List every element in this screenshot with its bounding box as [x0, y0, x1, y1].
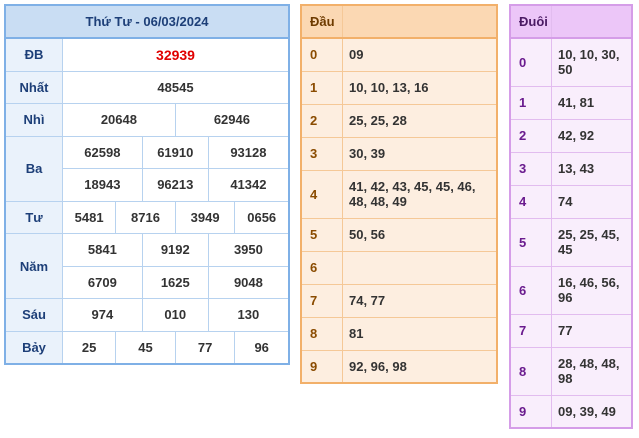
duoi-key: 6	[509, 265, 552, 315]
prize-label-sau: Sáu	[4, 298, 63, 332]
duoi-table: Đuôi 0 10, 10, 30, 50 1 41, 81 2 42, 92 3 13…	[509, 4, 633, 429]
prize-tu-value: 3949	[174, 200, 236, 234]
prize-tu-value: 0656	[234, 200, 290, 234]
prize-sau-value: 974	[62, 298, 143, 332]
prize-label-nhi: Nhì	[4, 103, 63, 137]
dau-value: 30, 39	[342, 136, 498, 171]
dau-key: 5	[300, 217, 343, 252]
duoi-key: 9	[509, 394, 552, 429]
dau-table: Đầu 0 09 1 10, 10, 13, 16 2 25, 25, 28 3 30,…	[300, 4, 498, 384]
dau-key: 7	[300, 283, 343, 318]
prize-label-tu: Tư	[4, 200, 63, 234]
prize-ba-value: 41342	[207, 168, 290, 202]
dau-key: 2	[300, 103, 343, 138]
duoi-key: 3	[509, 151, 552, 186]
prize-bay-value: 77	[174, 330, 236, 365]
duoi-value: 41, 81	[551, 85, 633, 120]
prize-ba-value: 61910	[141, 135, 209, 169]
prize-tu-value: 8716	[115, 200, 176, 234]
dau-value: 41, 42, 43, 45, 45, 46, 48, 48, 49	[342, 169, 498, 219]
prize-nam-value: 9048	[207, 265, 290, 299]
prize-nhat-value: 48545	[62, 70, 290, 104]
prize-nam-value: 5841	[62, 233, 143, 267]
dau-value: 92, 96, 98	[342, 349, 498, 384]
prize-label-nam: Năm	[4, 233, 63, 299]
duoi-key: 8	[509, 346, 552, 396]
duoi-key: 0	[509, 37, 552, 87]
dau-key: 0	[300, 37, 343, 72]
dau-value: 10, 10, 13, 16	[342, 70, 498, 105]
duoi-key: 4	[509, 184, 552, 219]
prize-nam-value: 9192	[141, 233, 209, 267]
duoi-value: 13, 43	[551, 151, 633, 186]
duoi-value: 28, 48, 48, 98	[551, 346, 633, 396]
prize-ba-value: 62598	[62, 135, 143, 169]
results-table: Thứ Tư - 06/03/2024 ĐB 32939 Nhất 48545 …	[4, 4, 290, 365]
dau-header: Đầu	[300, 4, 343, 39]
dau-key: 6	[300, 250, 343, 285]
duoi-key: 7	[509, 313, 552, 348]
dau-key: 1	[300, 70, 343, 105]
prize-bay-value: 25	[61, 330, 117, 365]
duoi-value: 09, 39, 49	[551, 394, 633, 429]
prize-nam-value: 1625	[141, 265, 209, 299]
prize-bay-value: 96	[234, 330, 290, 365]
dau-header-blank	[342, 4, 498, 39]
prize-label-bay: Bảy	[4, 330, 63, 365]
prize-bay-value: 45	[115, 330, 176, 365]
duoi-value: 42, 92	[551, 118, 633, 153]
dau-value	[342, 250, 498, 285]
prize-nam-value: 6709	[62, 265, 143, 299]
duoi-value: 10, 10, 30, 50	[551, 37, 633, 87]
prize-label-ba: Ba	[4, 135, 63, 202]
duoi-value: 74	[551, 184, 633, 219]
results-title: Thứ Tư - 06/03/2024	[4, 4, 290, 39]
dau-value: 50, 56	[342, 217, 498, 252]
prize-db-value: 32939	[62, 37, 290, 72]
duoi-value: 16, 46, 56, 96	[551, 265, 633, 315]
duoi-header-blank	[551, 4, 633, 39]
prize-ba-value: 93128	[207, 135, 290, 169]
dau-value: 81	[342, 316, 498, 351]
dau-value: 25, 25, 28	[342, 103, 498, 138]
prize-nam-value: 3950	[207, 233, 290, 267]
prize-nhi-value: 20648	[62, 103, 176, 137]
prize-ba-value: 18943	[62, 168, 143, 202]
duoi-key: 5	[509, 217, 552, 267]
duoi-header: Đuôi	[509, 4, 552, 39]
prize-sau-value: 130	[207, 298, 290, 332]
dau-key: 9	[300, 349, 343, 384]
prize-sau-value: 010	[141, 298, 209, 332]
duoi-value: 77	[551, 313, 633, 348]
prize-tu-value: 5481	[61, 200, 117, 234]
dau-value: 74, 77	[342, 283, 498, 318]
duoi-key: 1	[509, 85, 552, 120]
prize-label-db: ĐB	[4, 37, 63, 72]
duoi-key: 2	[509, 118, 552, 153]
prize-nhi-value: 62946	[174, 103, 290, 137]
dau-key: 4	[300, 169, 343, 219]
dau-value: 09	[342, 37, 498, 72]
prize-ba-value: 96213	[141, 168, 209, 202]
dau-key: 8	[300, 316, 343, 351]
duoi-value: 25, 25, 45, 45	[551, 217, 633, 267]
dau-key: 3	[300, 136, 343, 171]
prize-label-nhat: Nhất	[4, 70, 63, 104]
